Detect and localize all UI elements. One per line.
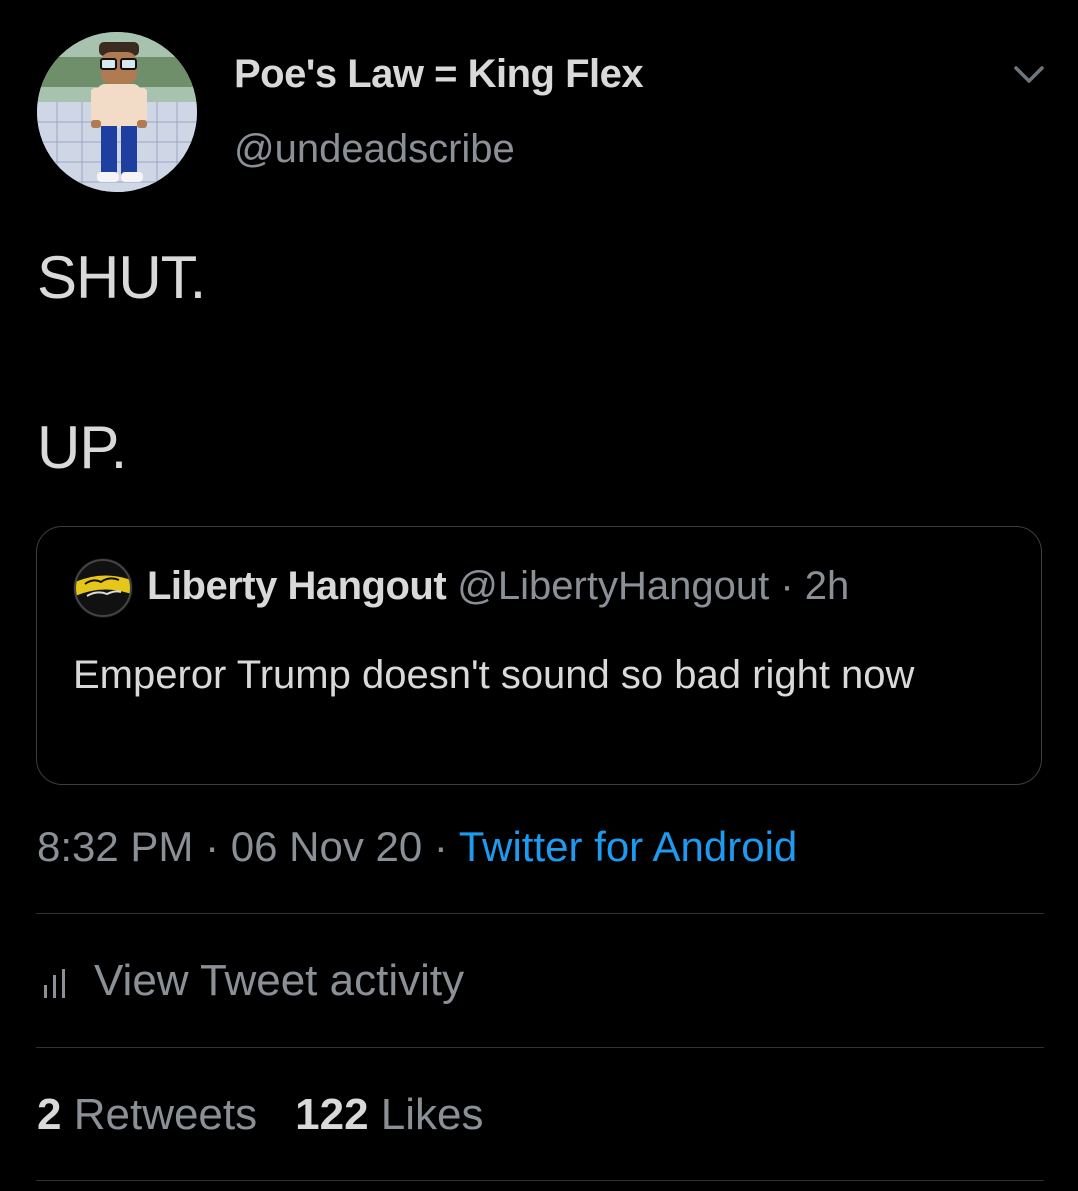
likes-stat[interactable]: 122 Likes <box>295 1090 483 1140</box>
likes-label: Likes <box>380 1090 484 1139</box>
quoted-separator: · <box>769 564 805 608</box>
meta-separator: · <box>193 823 231 870</box>
tweet-source-link[interactable]: Twitter for Android <box>459 823 797 870</box>
tweet-date: 06 Nov 20 <box>230 823 423 870</box>
retweets-count: 2 <box>37 1090 62 1139</box>
quoted-author-avatar <box>73 558 133 618</box>
tweet-stats: 2 Retweets 122 Likes <box>37 1090 484 1140</box>
quoted-author-handle: @LibertyHangout <box>457 564 770 608</box>
avatar-image <box>37 32 197 192</box>
tweet-detail: Poe's Law = King Flex @undeadscribe SHUT… <box>0 0 1078 1191</box>
quoted-timestamp: 2h <box>804 564 850 608</box>
retweets-stat[interactable]: 2 Retweets <box>37 1090 257 1140</box>
bar-chart-icon <box>44 969 65 998</box>
retweets-label: Retweets <box>73 1090 258 1139</box>
tweet-text-line-2: UP. <box>37 414 127 481</box>
divider <box>36 913 1044 914</box>
liberty-hangout-logo <box>73 558 133 618</box>
divider <box>36 1047 1044 1048</box>
quoted-tweet-header: Liberty Hangout @LibertyHangout · 2h <box>147 564 849 609</box>
meta-separator: · <box>422 823 459 870</box>
divider <box>36 1180 1044 1181</box>
tweet-meta: 8:32 PM · 06 Nov 20 · Twitter for Androi… <box>37 823 797 871</box>
quoted-tweet[interactable]: Liberty Hangout @LibertyHangout · 2h Emp… <box>36 526 1042 785</box>
view-tweet-activity-label: View Tweet activity <box>94 956 465 1005</box>
likes-count: 122 <box>295 1090 369 1139</box>
author-avatar[interactable] <box>37 32 197 192</box>
author-display-name[interactable]: Poe's Law = King Flex <box>234 52 644 97</box>
tweet-time: 8:32 PM <box>37 823 194 870</box>
quoted-author-name: Liberty Hangout <box>147 564 447 608</box>
chevron-down-icon[interactable] <box>1006 58 1052 94</box>
author-handle[interactable]: @undeadscribe <box>234 127 515 172</box>
quoted-tweet-text: Emperor Trump doesn't sound so bad right… <box>73 653 915 697</box>
tweet-text-line-1: SHUT. <box>37 244 206 311</box>
